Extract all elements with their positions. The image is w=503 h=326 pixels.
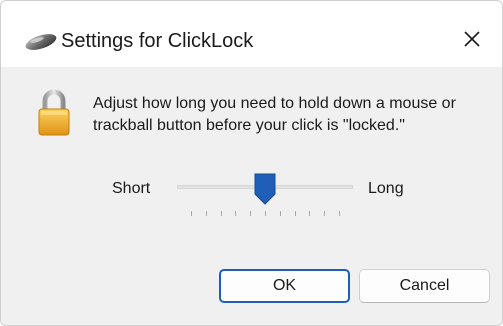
close-button[interactable] xyxy=(442,19,502,63)
slider-tick xyxy=(265,211,266,216)
cancel-button[interactable]: Cancel xyxy=(359,269,490,303)
dialog-body: Adjust how long you need to hold down a … xyxy=(1,67,502,325)
slider-min-label: Short xyxy=(112,180,151,197)
padlock-icon xyxy=(37,87,71,137)
slider-tick xyxy=(280,211,281,216)
ok-button[interactable]: OK xyxy=(219,269,350,303)
clicklock-duration-slider[interactable] xyxy=(177,171,353,217)
slider-tick xyxy=(235,211,236,216)
clicklock-settings-dialog: Settings for ClickLock Adjust how long y… xyxy=(0,0,503,326)
slider-tick xyxy=(309,211,310,216)
slider-tick xyxy=(295,211,296,216)
slider-tick xyxy=(250,211,251,216)
window-title: Settings for ClickLock xyxy=(61,30,254,52)
clicklock-description: Adjust how long you need to hold down a … xyxy=(93,95,456,134)
slider-max-label: Long xyxy=(368,180,404,197)
slider-tick xyxy=(191,211,192,216)
mouse-icon xyxy=(23,31,59,53)
slider-tick xyxy=(339,211,340,216)
close-icon xyxy=(463,30,481,53)
slider-tick xyxy=(324,211,325,216)
slider-tick xyxy=(206,211,207,216)
slider-tick xyxy=(221,211,222,216)
slider-thumb[interactable] xyxy=(254,173,276,205)
title-bar[interactable]: Settings for ClickLock xyxy=(1,1,502,67)
